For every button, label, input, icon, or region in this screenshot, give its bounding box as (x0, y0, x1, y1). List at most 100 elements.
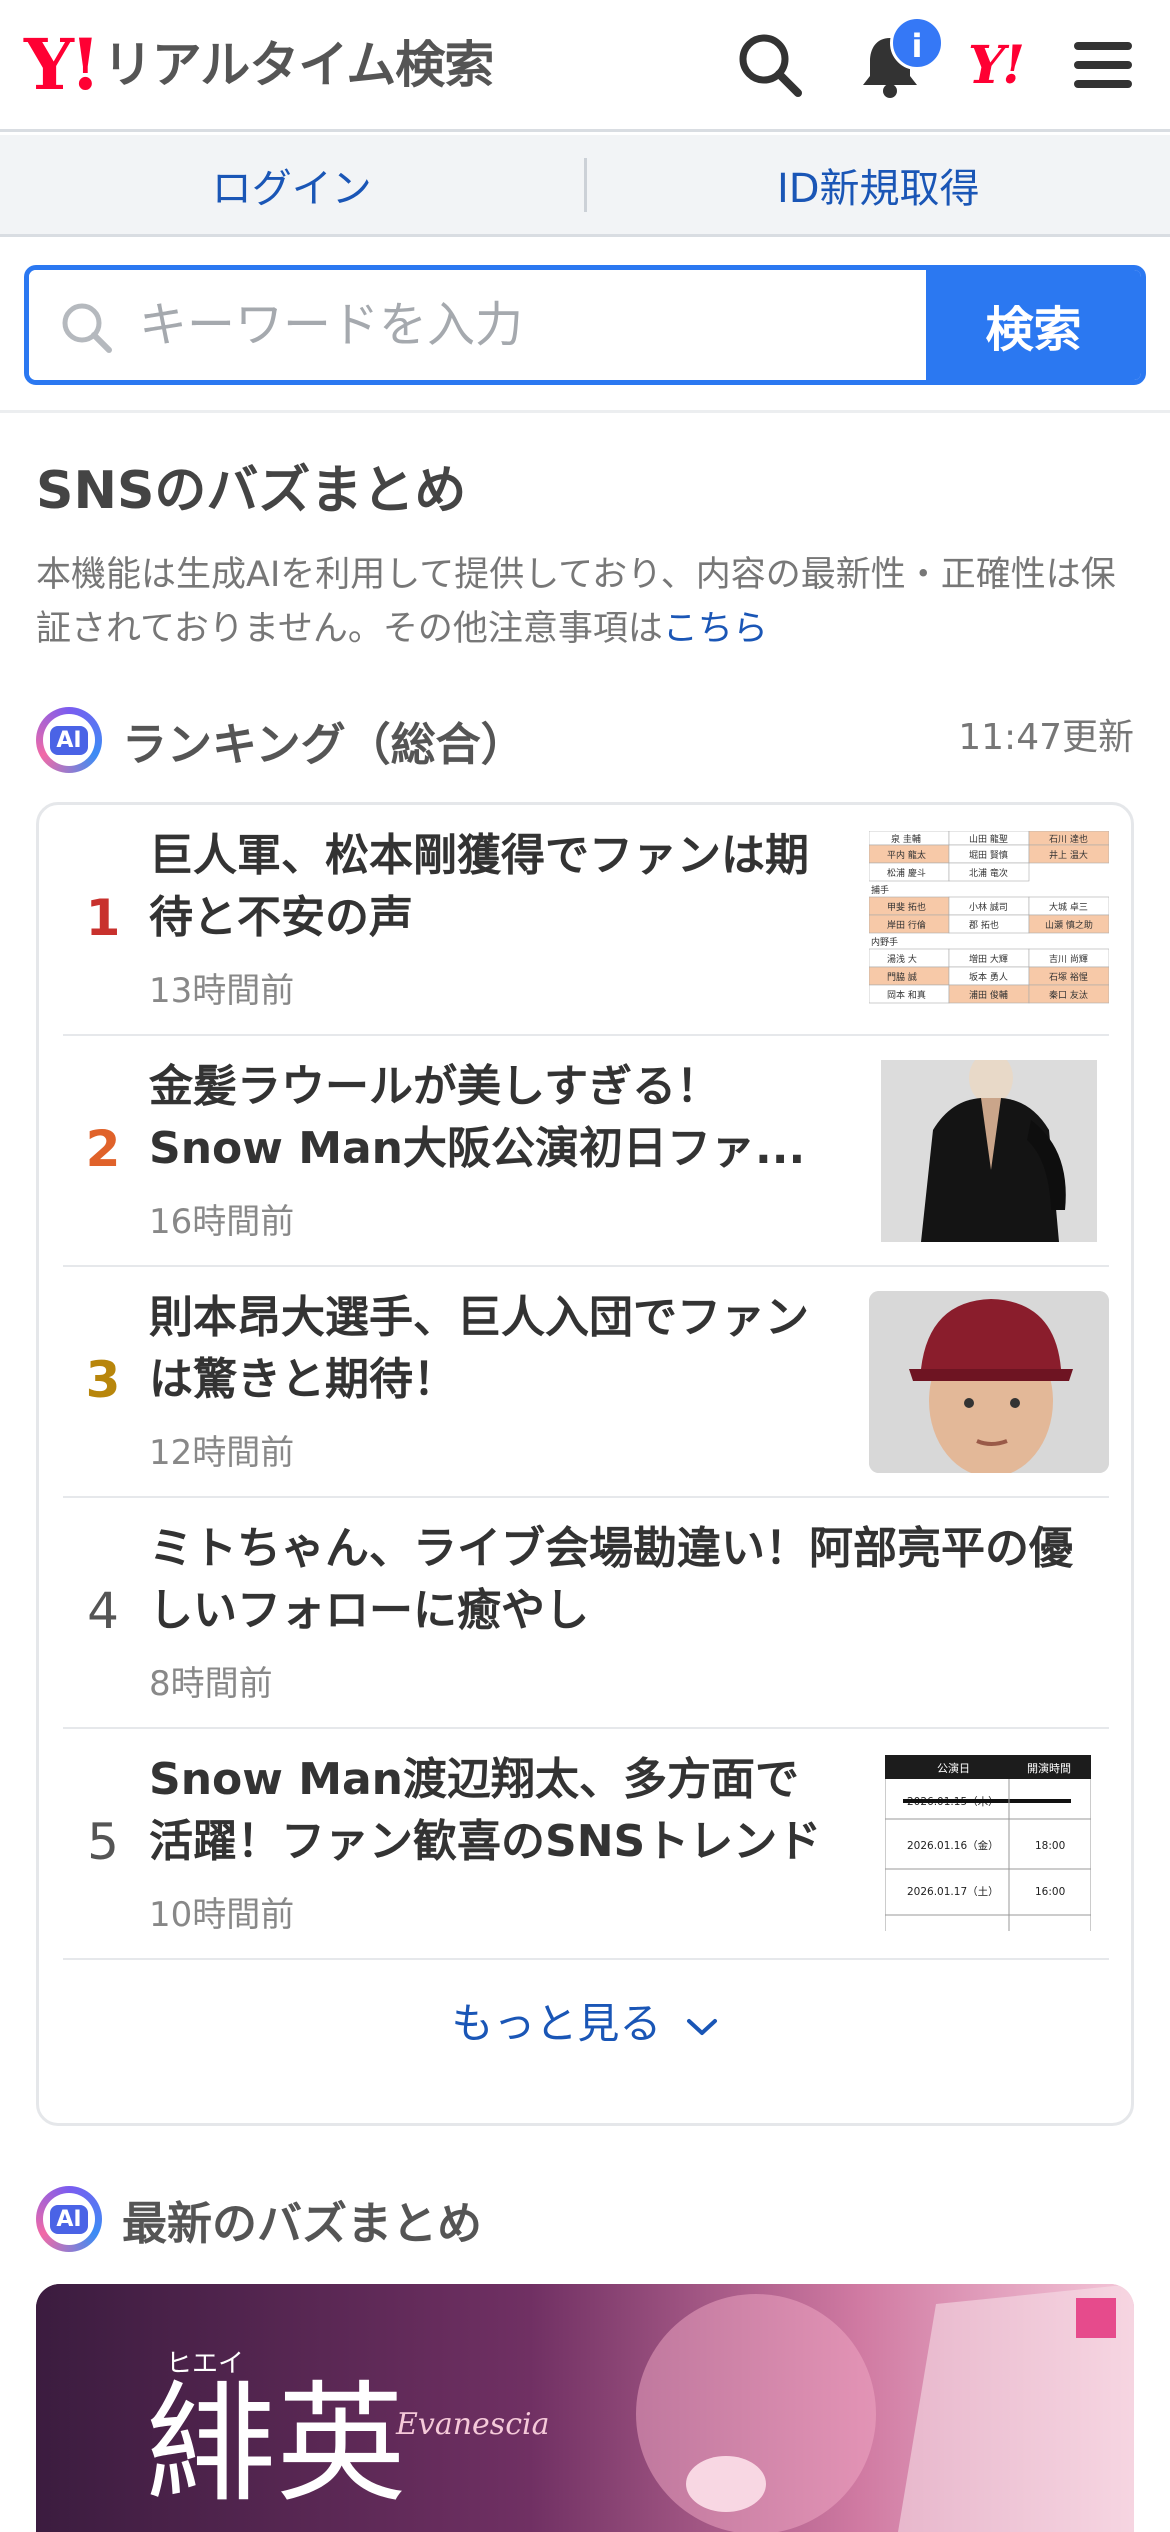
relative-time: 10時間前 (149, 1895, 295, 1935)
login-link[interactable]: ログイン (0, 156, 584, 214)
roster-cell: 松浦 慶斗 (887, 867, 926, 879)
roster-cell: 秦口 友汰 (1049, 989, 1088, 1001)
updated-time: 11:47更新 (958, 717, 1134, 758)
show-more-button[interactable]: もっと見る (39, 1990, 1131, 2051)
ranking-header: AI ランキング（総合） (36, 705, 526, 775)
search-field[interactable] (29, 270, 939, 380)
yahoo-logo-mark: Y! (24, 23, 101, 106)
ai-label: AI (50, 2204, 88, 2234)
relative-time: 8時間前 (149, 1664, 273, 1704)
ranking-item[interactable]: 4 ミトちゃん、ライブ会場勘違い！阿部亮平の優 しいフォローに癒やし 8時間前 (63, 1498, 1109, 1729)
banner-title: 緋英 (146, 2368, 406, 2520)
schedule-date: 2026.01.17（土） (907, 1885, 999, 1898)
roster-cell: 山田 龍聖 (969, 833, 1008, 845)
rank-number: 1 (85, 889, 121, 947)
ai-icon: AI (36, 2186, 102, 2252)
banner-subtitle: Evanescia (395, 2407, 550, 2442)
notice-link[interactable]: こちら (663, 609, 768, 649)
roster-cell: 井上 温大 (1049, 849, 1088, 861)
roster-section-label: 内野手 (871, 936, 898, 948)
ai-icon: AI (36, 707, 102, 773)
search-button[interactable]: 検索 (926, 270, 1141, 380)
register-link[interactable]: ID新規取得 (587, 156, 1170, 214)
yahoo-japan-icon[interactable]: Y! (968, 36, 1025, 96)
ai-label: AI (50, 725, 88, 755)
roster-cell: 堀田 賢慎 (969, 849, 1008, 861)
title-line-1: 巨人軍、松本剛獲得でファンは期 (149, 830, 809, 881)
banner-ruby: ヒエイ (166, 2349, 244, 2379)
schedule-time: 16:00 (1035, 1886, 1065, 1898)
ranking-item[interactable]: 1 巨人軍、松本剛獲得でファンは期 待と不安の声 13時間前 泉 圭輔 山田 龍… (63, 805, 1109, 1036)
hamburger-menu-icon[interactable] (1068, 30, 1138, 100)
notice-text: 本機能は生成AIを利用して提供しており、内容の最新性・正確性は保証されておりませ… (36, 555, 1116, 649)
logo-title: リアルタイム検索 (102, 36, 494, 94)
roster-cell: 石塚 裕惺 (1049, 971, 1088, 983)
roster-cell: 小林 誠司 (969, 901, 1008, 913)
roster-cell: 甲斐 拓也 (887, 901, 926, 913)
search-bar: 検索 (24, 265, 1146, 385)
roster-cell: 岸田 行倫 (887, 919, 926, 931)
roster-cell: 門脇 誠 (887, 971, 917, 983)
schedule-col-date: 公演日 (937, 1761, 970, 1775)
ranking-item[interactable]: 5 Snow Man渡辺翔太、多方面で 活躍！ファン歓喜のSNSトレンド 10時… (63, 1729, 1109, 1960)
show-more-label: もっと見る (451, 1999, 662, 2048)
relative-time: 12時間前 (149, 1433, 295, 1473)
thumbnail-person-photo (881, 1060, 1097, 1242)
roster-cell: 石川 達也 (1049, 833, 1088, 845)
roster-cell: 北浦 竜次 (969, 867, 1008, 879)
title-line-2: 待と不安の声 (149, 892, 413, 943)
latest-banner-image[interactable]: 緋英 ヒエイ Evanescia (36, 2284, 1134, 2532)
schedule-col-time: 開演時間 (1027, 1761, 1071, 1775)
rank-number: 5 (87, 1813, 119, 1871)
relative-time: 16時間前 (149, 1202, 295, 1242)
schedule-date: 2026.01.16（金） (907, 1839, 999, 1852)
ranking-title-text: 巨人軍、松本剛獲得でファンは期 待と不安の声 (149, 825, 849, 949)
roster-cell: 吉川 尚輝 (1049, 953, 1088, 965)
roster-cell: 岡本 和真 (887, 989, 926, 1001)
title-line-2: Snow Man大阪公演初日ファ... (149, 1123, 806, 1174)
schedule-time: 18:00 (1035, 1840, 1065, 1852)
roster-cell: 山瀬 慎之助 (1045, 919, 1093, 931)
ranking-item[interactable]: 3 則本昂大選手、巨人入団でファン は驚きと期待！ 12時間前 (63, 1267, 1109, 1498)
section-divider (0, 410, 1170, 413)
notification-badge: i (890, 16, 944, 70)
roster-cell: 増田 大輝 (969, 953, 1008, 965)
roster-cell: 湯浅 大 (887, 953, 917, 965)
search-field-icon (62, 303, 112, 353)
ranking-card: 1 巨人軍、松本剛獲得でファンは期 待と不安の声 13時間前 泉 圭輔 山田 龍… (36, 802, 1134, 2126)
rank-number: 2 (85, 1120, 121, 1178)
ranking-title-text: ミトちゃん、ライブ会場勘違い！阿部亮平の優 しいフォローに癒やし (149, 1518, 1109, 1642)
ranking-title-text: 則本昂大選手、巨人入団でファン は驚きと期待！ (149, 1287, 849, 1411)
title-line-2: は驚きと期待！ (149, 1354, 457, 1405)
roster-cell: 浦田 俊輔 (969, 989, 1008, 1001)
roster-section-label: 捕手 (871, 884, 889, 896)
title-line-1: 金髪ラウールが美しすぎる！ (149, 1061, 721, 1112)
title-line-2: 活躍！ファン歓喜のSNSトレンド (149, 1816, 822, 1867)
thumbnail-schedule-table: 公演日 開演時間 2026.01.15（木） 2026.01.16（金） 18:… (885, 1755, 1091, 1931)
app-header: Y! リアルタイム検索 i Y! (0, 0, 1170, 132)
section-title: SNSのバズまとめ (36, 461, 467, 521)
ranking-item[interactable]: 2 金髪ラウールが美しすぎる！ Snow Man大阪公演初日ファ... 16時間… (63, 1036, 1109, 1267)
relative-time: 13時間前 (149, 971, 295, 1011)
login-bar: ログイン ID新規取得 (0, 135, 1170, 237)
roster-cell: 郡 拓也 (969, 919, 999, 931)
thumbnail-player-photo (869, 1291, 1109, 1473)
search-icon[interactable] (735, 30, 805, 100)
roster-cell: 大城 卓三 (1049, 901, 1088, 913)
thumbnail-roster-table: 泉 圭輔 山田 龍聖 石川 達也 平内 龍太 堀田 賢慎 井上 温大 松浦 慶斗… (869, 831, 1109, 1011)
roster-cell: 泉 圭輔 (891, 833, 921, 845)
roster-cell: 坂本 勇人 (969, 971, 1008, 983)
ranking-title-text: Snow Man渡辺翔太、多方面で 活躍！ファン歓喜のSNSトレンド (149, 1749, 869, 1873)
ai-notice: 本機能は生成AIを利用して提供しており、内容の最新性・正確性は保証されておりませ… (36, 548, 1136, 656)
title-line-1: Snow Man渡辺翔太、多方面で (149, 1754, 800, 1805)
title-line-1: 則本昂大選手、巨人入団でファン (149, 1292, 809, 1343)
ranking-title: ランキング（総合） (122, 717, 526, 771)
roster-cell: 平内 龍太 (887, 849, 926, 861)
rank-number: 4 (87, 1582, 119, 1640)
chevron-down-icon (686, 2018, 717, 2035)
latest-title: 最新のバズまとめ (122, 2196, 483, 2250)
search-input[interactable] (139, 270, 939, 380)
rank-number: 3 (85, 1351, 121, 1409)
title-line-2: しいフォローに癒やし (149, 1585, 589, 1636)
logo[interactable]: Y! リアルタイム検索 (24, 23, 494, 106)
